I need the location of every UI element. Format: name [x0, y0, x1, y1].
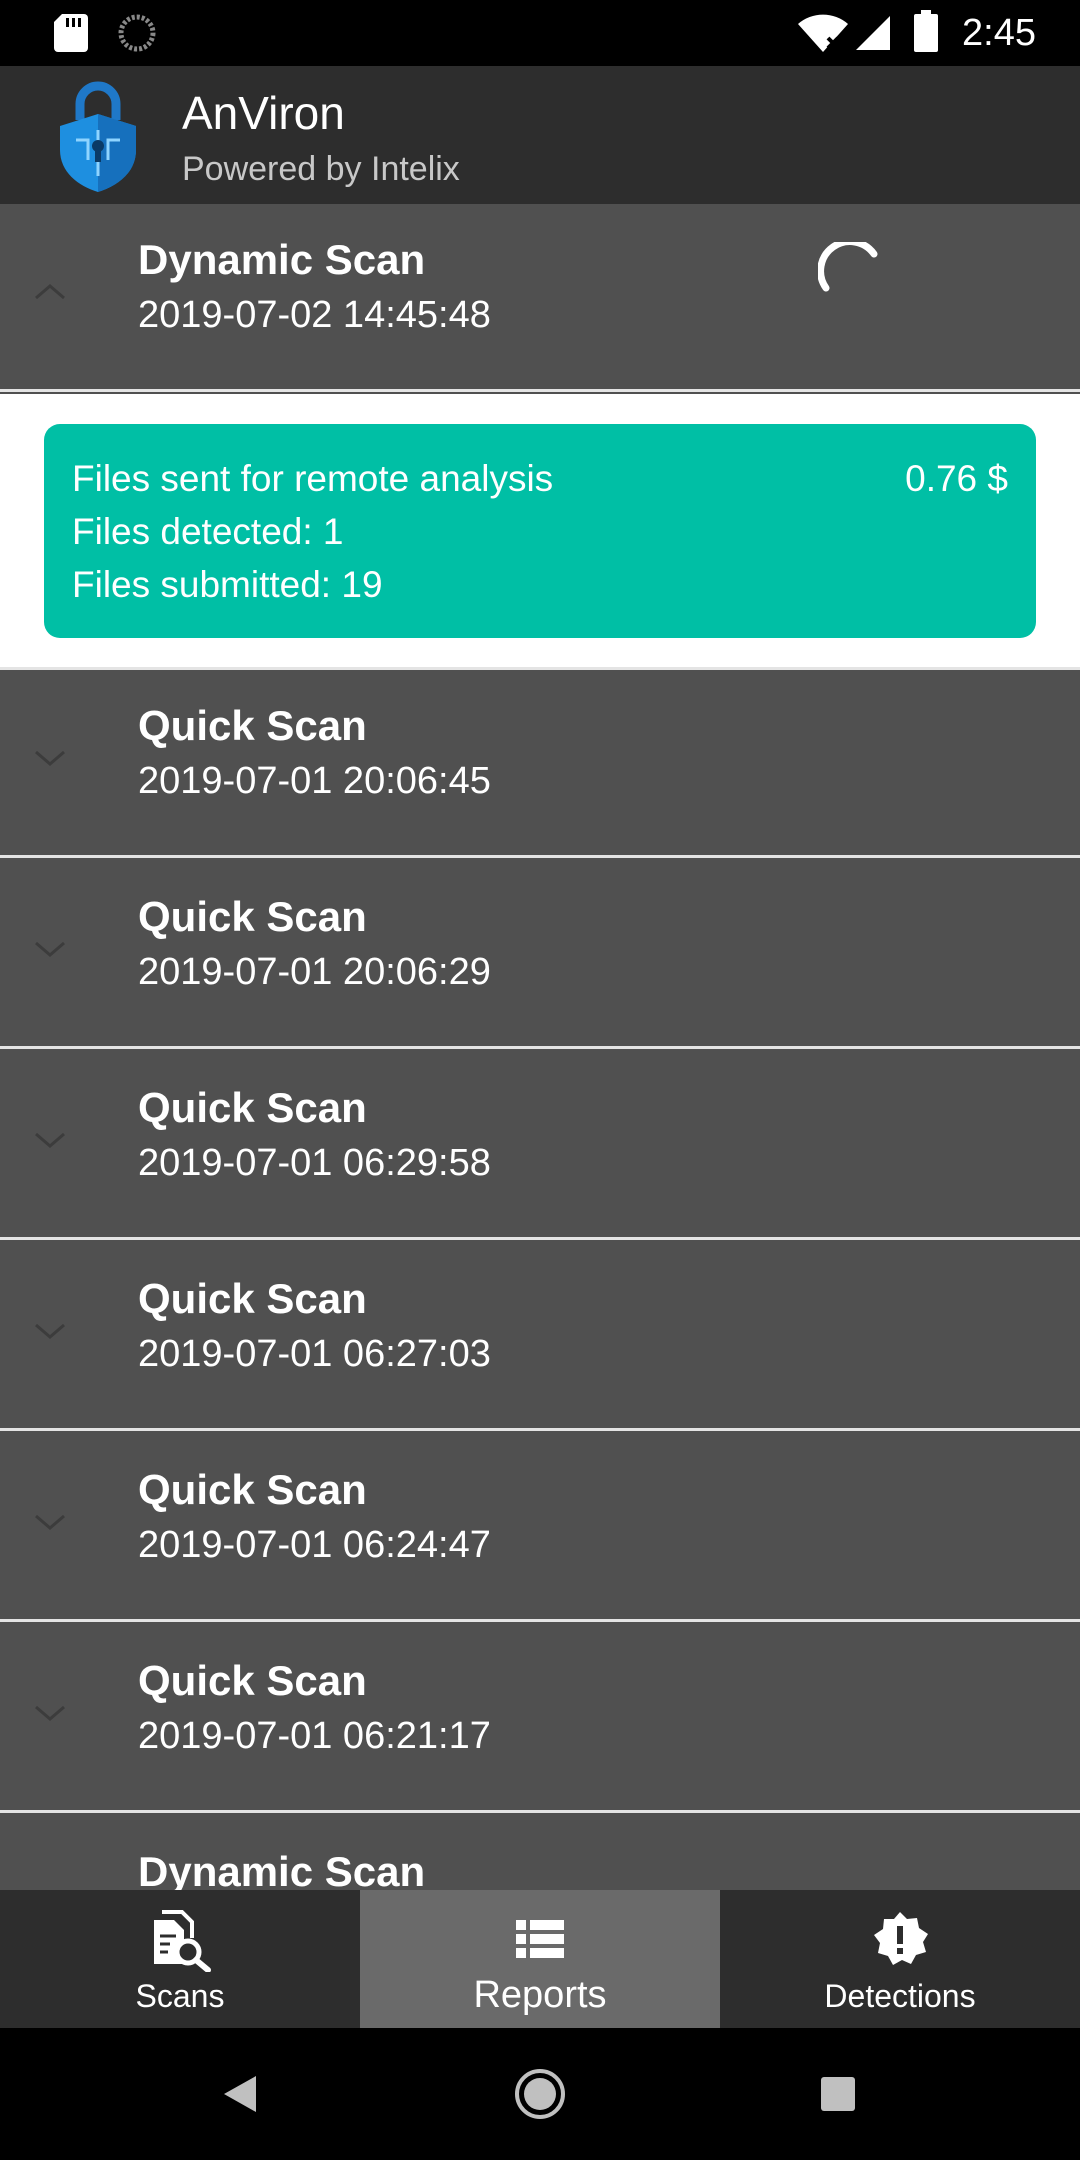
remote-analysis-label: Files sent for remote analysis	[72, 458, 554, 499]
scan-name: Quick Scan	[138, 702, 367, 749]
home-icon[interactable]	[514, 2068, 566, 2120]
sync-icon	[118, 14, 156, 52]
scan-date: 2019-07-01 20:06:45	[138, 760, 491, 802]
scan-name: Quick Scan	[138, 1657, 367, 1704]
chevron-down-icon[interactable]	[32, 740, 68, 776]
tab-scans[interactable]: Scans	[0, 1890, 360, 2028]
files-detected: Files detected: 1	[72, 511, 344, 552]
bottom-navigation: Scans Reports Detections	[0, 1890, 1080, 2028]
scan-row[interactable]: Dynamic Scan	[0, 1816, 1080, 1890]
chevron-down-icon[interactable]	[32, 1313, 68, 1349]
chevron-down-icon[interactable]	[32, 931, 68, 967]
scan-date: 2019-07-02 14:45:48	[138, 294, 491, 336]
clock: 2:45	[962, 12, 1036, 54]
scan-row[interactable]: Quick Scan 2019-07-01 06:27:03	[0, 1243, 1080, 1431]
recents-icon[interactable]	[820, 2076, 856, 2112]
scan-row[interactable]: Quick Scan 2019-07-01 06:24:47	[0, 1434, 1080, 1622]
scan-date: 2019-07-01 20:06:29	[138, 951, 491, 993]
scan-row[interactable]: Quick Scan 2019-07-01 20:06:29	[0, 861, 1080, 1049]
system-navigation-bar	[0, 2028, 1080, 2160]
scan-row[interactable]: Quick Scan 2019-07-01 06:29:58	[0, 1052, 1080, 1240]
reports-list[interactable]: Dynamic Scan 2019-07-02 14:45:48 Files s…	[0, 204, 1080, 1890]
chevron-down-icon[interactable]	[32, 1504, 68, 1540]
scan-date: 2019-07-01 06:27:03	[138, 1333, 491, 1375]
analysis-cost: 0.76 $	[905, 458, 1008, 499]
scan-date: 2019-07-01 06:24:47	[138, 1524, 491, 1566]
scan-name: Quick Scan	[138, 1084, 367, 1131]
scan-name: Dynamic Scan	[138, 1848, 426, 1890]
wifi-icon	[798, 14, 848, 52]
scan-date: 2019-07-01 06:21:17	[138, 1715, 491, 1757]
app-bar: AnViron Powered by Intelix	[0, 66, 1080, 204]
app-subtitle: Powered by Intelix	[182, 150, 460, 188]
scan-name: Dynamic Scan	[138, 236, 426, 283]
scan-row[interactable]: Quick Scan 2019-07-01 06:21:17	[0, 1625, 1080, 1813]
alert-badge-icon	[874, 1912, 928, 1965]
cell-signal-icon	[856, 16, 890, 50]
remote-analysis-card: Files sent for remote analysis 0.76 $ Fi…	[44, 424, 1036, 638]
back-icon[interactable]	[222, 2074, 258, 2114]
scan-name: Quick Scan	[138, 893, 367, 940]
scan-document-icon	[154, 1910, 211, 1972]
files-submitted: Files submitted: 19	[72, 564, 383, 605]
tab-detections[interactable]: Detections	[720, 1890, 1080, 2028]
chevron-up-icon[interactable]	[32, 274, 68, 310]
tab-reports[interactable]: Reports	[360, 1890, 720, 2028]
scan-date: 2019-07-01 06:29:58	[138, 1142, 491, 1184]
scan-row[interactable]: Quick Scan 2019-07-01 20:06:45	[0, 670, 1080, 858]
sd-card-icon	[54, 14, 88, 52]
scan-name: Quick Scan	[138, 1466, 367, 1513]
tab-scans-label: Scans	[135, 1978, 225, 2014]
chevron-down-icon[interactable]	[32, 1122, 68, 1158]
battery-icon	[914, 10, 938, 52]
tab-detections-label: Detections	[824, 1978, 976, 2014]
scan-row-expanded[interactable]: Dynamic Scan 2019-07-02 14:45:48	[0, 204, 1080, 392]
list-icon	[516, 1920, 564, 1958]
progress-spinner-icon	[818, 242, 878, 292]
scan-details-panel: Files sent for remote analysis 0.76 $ Fi…	[0, 394, 1080, 670]
scan-name: Quick Scan	[138, 1275, 367, 1322]
chevron-down-icon[interactable]	[32, 1695, 68, 1731]
shield-lock-logo-icon	[60, 81, 136, 192]
status-bar: 2:45	[0, 0, 1080, 66]
tab-reports-label: Reports	[473, 1974, 607, 2016]
app-title: AnViron	[182, 87, 345, 139]
